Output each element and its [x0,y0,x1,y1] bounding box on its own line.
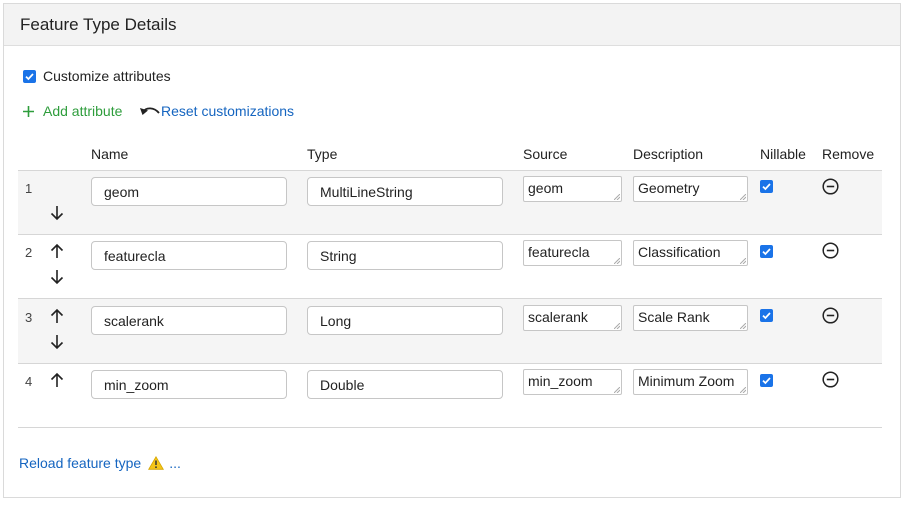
reload-feature-type-row: Reload feature type ... [19,455,181,471]
customize-attributes-checkbox[interactable] [23,69,36,83]
source-text: scalerank [528,309,588,325]
name-input[interactable]: geom [91,177,287,206]
remove-circle-icon[interactable] [822,242,839,259]
arrow-down-icon[interactable] [50,334,64,350]
description-text: Classification [638,244,721,260]
customize-attributes-label: Customize attributes [43,68,171,84]
resize-grip-icon[interactable] [740,323,746,329]
nillable-checkbox[interactable] [760,309,773,322]
table-bottom-line [18,427,882,428]
description-textarea[interactable]: Classification [633,240,748,266]
type-input[interactable]: Double [307,370,503,399]
resize-grip-icon[interactable] [740,258,746,264]
table-divider [18,363,882,364]
remove-circle-icon[interactable] [822,178,839,195]
description-text: Geometry [638,180,700,196]
source-textarea[interactable]: scalerank [523,305,622,331]
remove-circle-icon[interactable] [822,371,839,388]
type-input[interactable]: Long [307,306,503,335]
arrow-down-icon[interactable] [50,205,64,221]
add-attribute-button[interactable]: Add attribute [22,103,122,119]
header-remove: Remove [822,146,875,162]
source-textarea[interactable]: featurecla [523,240,622,266]
row-index: 4 [25,374,33,389]
resize-grip-icon[interactable] [614,258,620,264]
nillable-checkbox[interactable] [760,374,773,387]
resize-grip-icon[interactable] [740,387,746,393]
source-textarea[interactable]: min_zoom [523,369,622,395]
nillable-checkbox[interactable] [760,245,773,258]
header-description: Description [633,146,704,162]
table-divider [18,234,882,235]
type-input[interactable]: String [307,241,503,270]
reset-customizations-label: Reset customizations [161,103,295,119]
row-index: 3 [25,310,33,325]
header-type: Type [307,146,338,162]
plus-icon [23,105,34,117]
resize-grip-icon[interactable] [740,194,746,200]
source-text: geom [528,180,564,196]
header-name: Name [91,146,129,162]
description-text: Minimum Zoom [638,373,735,389]
header-nillable: Nillable [760,146,806,162]
warning-icon [148,456,165,470]
reset-customizations-button[interactable]: Reset customizations [139,103,294,119]
panel-title: Feature Type Details [20,14,177,34]
description-textarea[interactable]: Minimum Zoom [633,369,748,395]
description-text: Scale Rank [638,309,710,325]
resize-grip-icon[interactable] [614,323,620,329]
source-text: featurecla [528,244,590,260]
customize-attributes-row[interactable]: Customize attributes [23,68,171,84]
panel-header: Feature Type Details [4,4,900,46]
resize-grip-icon[interactable] [614,387,620,393]
name-input[interactable]: scalerank [91,306,287,335]
add-attribute-label: Add attribute [43,103,123,119]
source-text: min_zoom [528,373,593,389]
source-textarea[interactable]: geom [523,176,622,202]
reload-feature-type-link[interactable]: Reload feature type [19,455,141,471]
description-textarea[interactable]: Geometry [633,176,748,202]
description-textarea[interactable]: Scale Rank [633,305,748,331]
reload-ellipsis[interactable]: ... [169,455,181,471]
undo-icon [140,107,160,115]
remove-circle-icon[interactable] [822,307,839,324]
arrow-up-icon[interactable] [50,243,64,259]
header-source: Source [523,146,568,162]
name-input[interactable]: min_zoom [91,370,287,399]
row-index: 2 [25,245,33,260]
nillable-checkbox[interactable] [760,180,773,193]
resize-grip-icon[interactable] [614,194,620,200]
arrow-up-icon[interactable] [50,372,64,388]
arrow-up-icon[interactable] [50,308,64,324]
row-index: 1 [25,181,33,196]
type-input[interactable]: MultiLineString [307,177,503,206]
name-input[interactable]: featurecla [91,241,287,270]
arrow-down-icon[interactable] [50,269,64,285]
